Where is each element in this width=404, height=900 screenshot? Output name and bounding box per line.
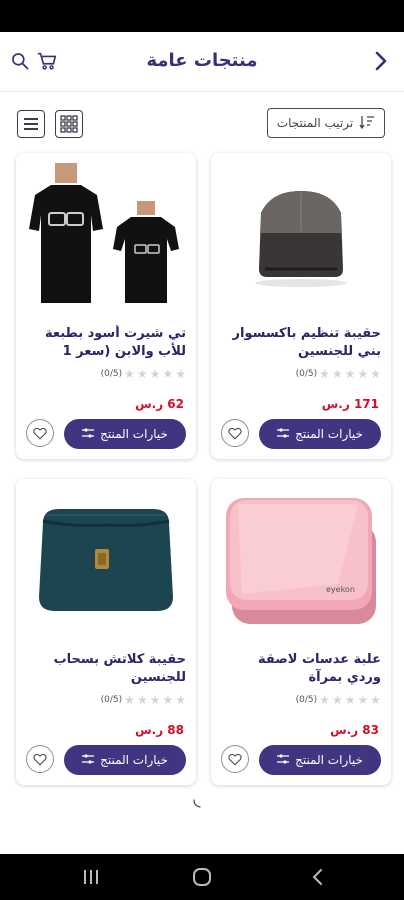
product-name[interactable]: تي شيرت أسود بطبعة للأب والابن (سعر 1 قط… <box>26 325 186 361</box>
product-price: 88 ر.س <box>135 723 184 737</box>
options-label: خيارات المنتج <box>100 753 168 767</box>
star-icon: ★ <box>124 367 135 381</box>
star-icon: ★ <box>357 693 369 707</box>
product-toolbar: ترتيب المنتجات <box>0 106 404 140</box>
sliders-icon <box>277 427 290 441</box>
status-bar <box>0 0 404 32</box>
back-icon[interactable] <box>310 867 324 891</box>
product-price: 62 ر.س <box>135 397 184 411</box>
options-label: خيارات المنتج <box>100 427 168 441</box>
star-icon: ★ <box>370 367 381 381</box>
product-name[interactable]: حقيبة تنظيم باكسسوار بني للجنسين <box>221 325 382 361</box>
product-options-button[interactable]: خيارات المنتج <box>64 419 186 449</box>
star-icon: ★ <box>124 693 135 707</box>
product-rating: ★ ★ ★ ★ ★ (0/5) <box>290 368 381 380</box>
sliders-icon <box>82 427 95 441</box>
heart-icon[interactable] <box>221 745 249 773</box>
sort-icon <box>359 115 375 132</box>
star-icon: ★ <box>331 367 343 381</box>
product-image[interactable] <box>211 153 391 313</box>
app-header: منتجات عامة <box>0 32 404 92</box>
product-card[interactable]: eyekon علبة عدسات لاصقة وردي بمرآة ★ ★ ★… <box>211 479 391 785</box>
options-label: خيارات المنتج <box>295 753 363 767</box>
product-options-button[interactable]: خيارات المنتج <box>64 745 186 775</box>
product-price: 171 ر.س <box>321 397 379 411</box>
brand-text: eyekon <box>326 585 355 594</box>
cart-icon[interactable] <box>36 50 58 72</box>
product-options-button[interactable]: خيارات المنتج <box>259 419 381 449</box>
search-icon[interactable] <box>10 51 30 71</box>
rating-count: (0/5) <box>295 369 318 379</box>
star-icon: ★ <box>357 367 369 381</box>
list-view-icon[interactable] <box>17 110 45 138</box>
star-icon: ★ <box>344 693 356 707</box>
rating-count: (0/5) <box>295 695 318 705</box>
home-icon[interactable] <box>192 867 212 891</box>
sort-label: ترتيب المنتجات <box>276 116 354 130</box>
heart-icon[interactable] <box>221 419 249 447</box>
system-nav-bar <box>0 854 404 900</box>
product-image[interactable] <box>16 153 196 313</box>
loading-spinner-icon <box>193 793 203 808</box>
product-card[interactable]: تي شيرت أسود بطبعة للأب والابن (سعر 1 قط… <box>16 153 196 459</box>
star-icon: ★ <box>136 367 148 381</box>
star-icon: ★ <box>149 367 161 381</box>
rating-count: (0/5) <box>100 695 123 705</box>
product-name[interactable]: حقيبة كلاتش بسحاب للجنسين <box>26 651 186 687</box>
star-icon: ★ <box>175 693 186 707</box>
star-icon: ★ <box>319 367 330 381</box>
star-icon: ★ <box>162 367 174 381</box>
star-icon: ★ <box>331 693 343 707</box>
product-name[interactable]: علبة عدسات لاصقة وردي بمرآة <box>221 651 381 687</box>
sliders-icon <box>82 753 95 767</box>
star-icon: ★ <box>344 367 356 381</box>
product-options-button[interactable]: خيارات المنتج <box>259 745 381 775</box>
star-icon: ★ <box>319 693 330 707</box>
product-card[interactable]: حقيبة تنظيم باكسسوار بني للجنسين ★ ★ ★ ★… <box>211 153 391 459</box>
product-image[interactable]: eyekon <box>211 479 391 639</box>
product-rating: ★ ★ ★ ★ ★ (0/5) <box>290 694 381 706</box>
heart-icon[interactable] <box>26 745 54 773</box>
heart-icon[interactable] <box>26 419 54 447</box>
sort-button[interactable]: ترتيب المنتجات <box>267 108 385 138</box>
star-icon: ★ <box>175 367 186 381</box>
product-rating: ★ ★ ★ ★ ★ (0/5) <box>95 368 186 380</box>
page-title: منتجات عامة <box>146 50 258 71</box>
star-icon: ★ <box>162 693 174 707</box>
grid-view-icon[interactable] <box>55 110 83 138</box>
star-icon: ★ <box>136 693 148 707</box>
product-rating: ★ ★ ★ ★ ★ (0/5) <box>95 694 186 706</box>
star-icon: ★ <box>149 693 161 707</box>
star-icon: ★ <box>370 693 381 707</box>
sliders-icon <box>277 753 290 767</box>
recent-apps-icon[interactable] <box>82 867 100 891</box>
product-card[interactable]: حقيبة كلاتش بسحاب للجنسين ★ ★ ★ ★ ★ (0/5… <box>16 479 196 785</box>
rating-count: (0/5) <box>100 369 123 379</box>
product-image[interactable] <box>16 479 196 639</box>
options-label: خيارات المنتج <box>295 427 363 441</box>
product-price: 83 ر.س <box>330 723 379 737</box>
